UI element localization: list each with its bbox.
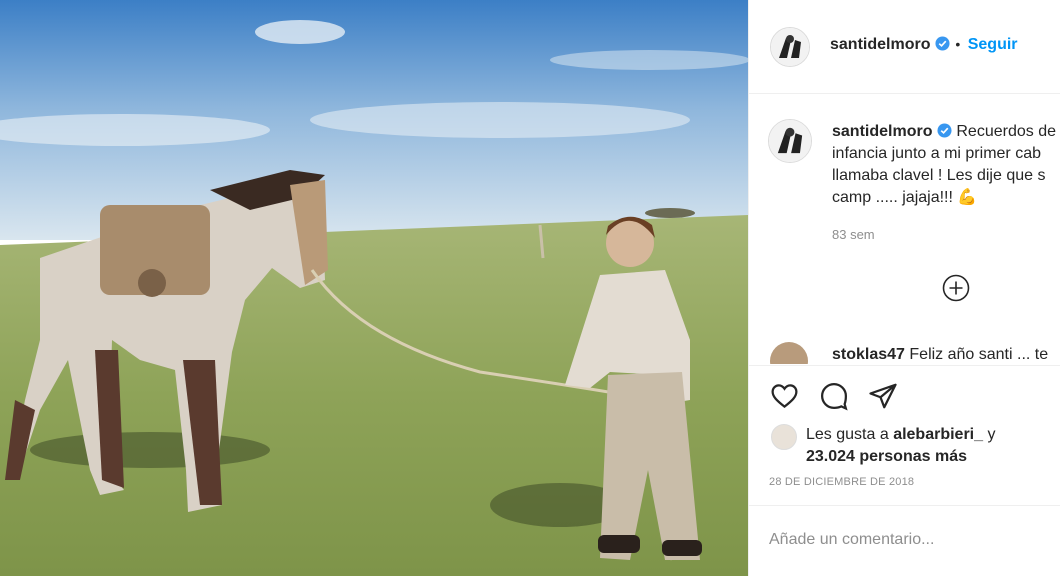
post-photo[interactable] <box>0 0 748 576</box>
caption-text: santidelmoro Recuerdos de infancia junto… <box>832 121 1060 209</box>
verified-icon <box>937 123 952 138</box>
likes-prefix: Les gusta a <box>806 426 889 443</box>
follow-button[interactable]: Seguir <box>968 36 1018 53</box>
separator-dot: • <box>955 36 961 52</box>
avatar-image <box>771 28 809 66</box>
caption-line-1: Recuerdos de <box>956 123 1056 140</box>
comment-row: stoklas47 Feliz año santi ... te <box>749 336 1060 364</box>
heart-icon[interactable] <box>769 381 800 411</box>
caption-line-3: llamaba clavel ! Les dije que s <box>832 167 1046 184</box>
caption-avatar[interactable] <box>768 119 812 163</box>
share-icon[interactable] <box>868 381 898 411</box>
caption-username[interactable]: santidelmoro <box>832 123 932 140</box>
comment-input-divider <box>749 505 1060 506</box>
header-avatar[interactable] <box>770 27 810 67</box>
header-divider <box>749 93 1060 94</box>
plus-circle-icon[interactable] <box>942 274 970 302</box>
post-header: santidelmoro • Seguir <box>830 36 1018 54</box>
caption-line-2: infancia junto a mi primer cab <box>832 145 1041 162</box>
verified-icon <box>935 36 950 51</box>
likes-suffix: y <box>987 426 996 443</box>
post-date[interactable]: 28 DE DICIEMBRE DE 2018 <box>769 476 914 488</box>
photo-illustration <box>0 0 748 576</box>
comment-icon[interactable] <box>819 381 849 411</box>
likes-summary: Les gusta a alebarbieri_ y 23.024 person… <box>806 424 995 468</box>
liker-avatar[interactable] <box>771 424 797 450</box>
comment-body: Feliz año santi ... te <box>909 346 1049 363</box>
avatar-image <box>769 120 811 162</box>
comment-text: stoklas47 Feliz año santi ... te <box>832 346 1048 364</box>
comment-avatar[interactable] <box>770 342 808 364</box>
likes-user-link[interactable]: alebarbieri_ <box>893 426 983 443</box>
caption-line-4: camp ..... jajaja!!! 💪 <box>832 189 978 206</box>
caption-timestamp[interactable]: 83 sem <box>832 227 875 242</box>
header-username[interactable]: santidelmoro <box>830 36 930 53</box>
comment-username[interactable]: stoklas47 <box>832 346 905 363</box>
post-sidebar: santidelmoro • Seguir santidelmoro Recue… <box>748 0 1060 576</box>
add-comment-input[interactable]: Añade un comentario... <box>769 531 934 549</box>
likes-count-link[interactable]: 23.024 personas más <box>806 446 995 468</box>
actions-divider <box>749 365 1060 366</box>
